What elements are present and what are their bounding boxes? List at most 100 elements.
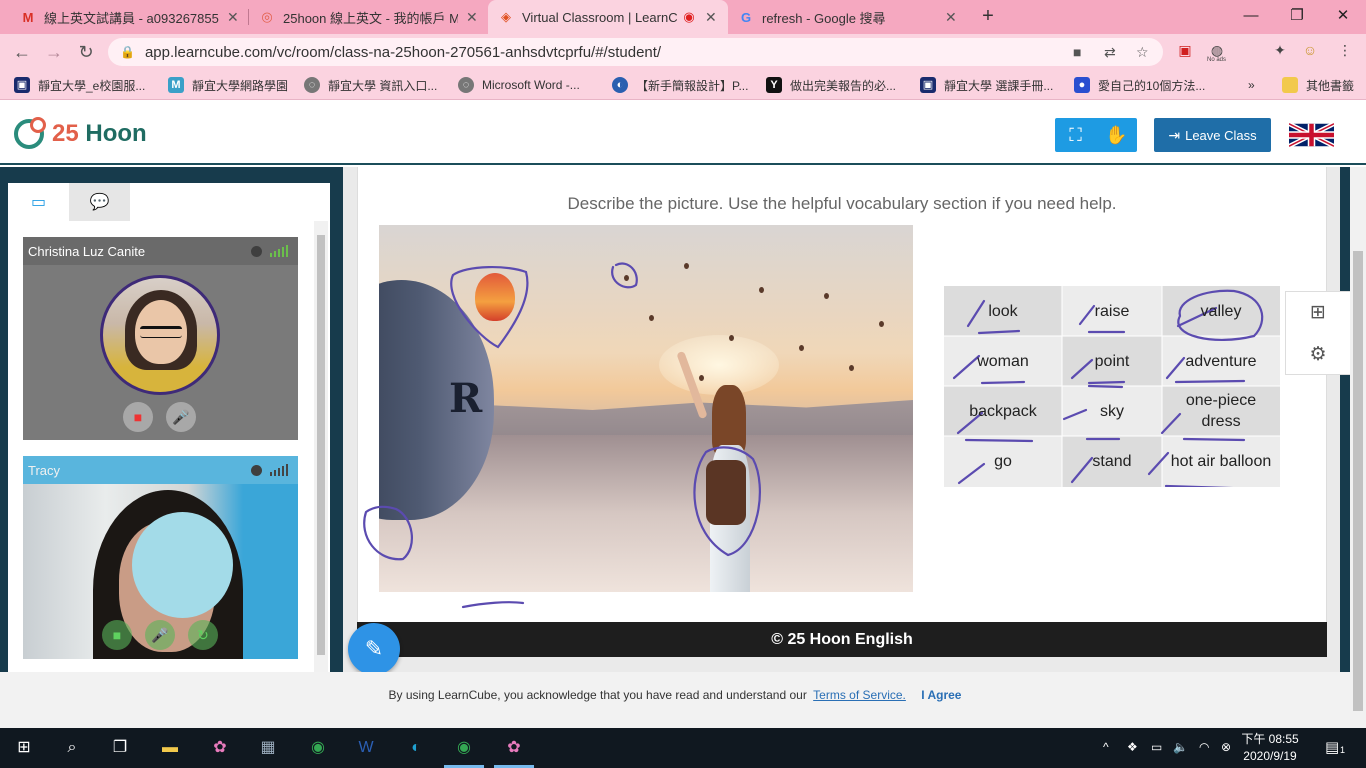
balloon-letters: R [449, 375, 483, 422]
search-icon[interactable]: ⌕ [60, 736, 84, 760]
video-camera-icon: ▭ [30, 194, 47, 211]
camera-toggle-icon[interactable]: ■ [102, 620, 132, 650]
calculator-icon[interactable]: ▦ [256, 736, 280, 760]
disconnected-icon[interactable]: ⊗ [1221, 740, 1231, 754]
vocab-word: woman [977, 352, 1029, 370]
task-view-icon[interactable]: ❐ [108, 736, 132, 760]
pen-icon: ✎ [364, 636, 384, 661]
chevron-right-icon: » [1248, 78, 1255, 92]
close-icon[interactable]: ✕ [705, 9, 717, 26]
close-icon[interactable]: ✕ [466, 9, 478, 26]
dropbox-icon[interactable]: ❖ [1127, 740, 1138, 754]
bookmark-label: 其他書籤 [1306, 78, 1355, 93]
close-window-button[interactable]: ✕ [1320, 0, 1366, 32]
paint-icon[interactable]: ✿ [208, 736, 232, 760]
panel-scrollbar[interactable] [314, 221, 328, 672]
bookmark-item[interactable]: ▣ 靜宜大學_e校園服... [14, 76, 145, 94]
status-dot [251, 465, 262, 476]
logo-text-name: Hoon [85, 120, 147, 147]
star-icon[interactable]: ☆ [1136, 44, 1149, 61]
restore-button[interactable]: ❐ [1274, 0, 1320, 32]
system-clock[interactable]: 下午 08:55 2020/9/19 [1240, 731, 1300, 765]
new-tab-button[interactable]: + [976, 4, 1000, 28]
tab-title: 線上英文試講員 - a09326785560 [44, 10, 219, 26]
bookmark-icon: ◐ [612, 77, 628, 93]
wifi-icon[interactable]: ◠ [1199, 740, 1209, 754]
url-field[interactable]: 🔒 app.learncube.com/vc/room/class-na-25h… [108, 38, 1163, 66]
close-icon[interactable]: ✕ [227, 9, 239, 26]
bookmark-label: 愛自己的10個方法... [1098, 78, 1206, 93]
leave-class-button[interactable]: ⇥ Leave Class [1154, 118, 1271, 152]
forward-button[interactable]: → [42, 40, 66, 64]
chrome-icon[interactable]: ◉ [306, 736, 330, 760]
menu-dots-icon[interactable]: ⋮ [1336, 41, 1354, 59]
word-icon[interactable]: W [354, 736, 378, 760]
status-dot [251, 246, 262, 257]
microphone-icon[interactable]: 🎤 [145, 620, 175, 650]
tab-video[interactable]: ▭ [8, 183, 69, 221]
vocab-word: backpack [969, 402, 1037, 420]
notification-icon[interactable]: ▤ [1325, 738, 1339, 756]
browser-tab-25hoon[interactable]: ◎ 25hoon 線上英文 - 我的帳戶 My ✕ [249, 0, 488, 34]
panel-tabs: ▭ 💬 [8, 183, 130, 221]
edge-icon[interactable]: ◐ [404, 736, 428, 760]
camera-toggle-icon[interactable]: ■ [123, 402, 153, 432]
tab-chat[interactable]: 💬 [69, 183, 130, 221]
volume-icon[interactable]: 🔈 [1173, 740, 1188, 754]
windows-start-icon[interactable]: ⊞ [12, 736, 36, 760]
bookmark-label: 做出完美報告的必... [790, 78, 897, 93]
other-bookmarks[interactable]: 其他書籤 [1282, 76, 1354, 94]
reload-button[interactable]: ↻ [74, 40, 98, 64]
bookmark-item[interactable]: Y 做出完美報告的必... [766, 76, 896, 94]
bookmarks-overflow[interactable]: » [1248, 76, 1255, 94]
minimize-button[interactable]: — [1228, 0, 1274, 32]
fullscreen-icon[interactable]: ⛶ [1055, 118, 1096, 152]
add-page-icon[interactable]: ⊞ [1286, 292, 1350, 334]
side-toolbar: ⊞ ⚙ [1285, 291, 1350, 375]
camera-icon[interactable]: ■ [1073, 44, 1081, 60]
browser-tab-learncube[interactable]: ◈ Virtual Classroom | LearnCube ◉ ✕ [488, 0, 728, 34]
microphone-icon[interactable]: 🎤 [166, 402, 196, 432]
chevron-up-icon[interactable]: ^ [1103, 740, 1109, 754]
raise-hand-icon[interactable]: ✋ [1096, 118, 1137, 152]
browser-tab-gmail[interactable]: M 線上英文試講員 - a09326785560 ✕ [10, 0, 249, 34]
browser-tab-strip: M 線上英文試講員 - a09326785560 ✕ ◎ 25hoon 線上英文… [0, 0, 1366, 34]
avatar-icon[interactable]: ☺ [1301, 41, 1319, 59]
bookmark-item[interactable]: ◌ Microsoft Word -... [458, 76, 580, 94]
learncube-icon: ◈ [501, 9, 511, 24]
battery-icon[interactable]: ▭ [1151, 740, 1162, 754]
translate-icon[interactable]: ⇄ [1104, 44, 1116, 61]
terms-of-service-link[interactable]: Terms of Service. [813, 688, 906, 702]
windows-taskbar: ⊞ ⌕ ❐ ▬ ✿ ▦ ◉ W ◐ ◉ ✿ ^ ❖ ▭ 🔈 ◠ ⊗ 下午 08:… [0, 728, 1366, 768]
extension-icon[interactable]: ▣ [1176, 41, 1194, 59]
page-scrollbar[interactable] [1350, 167, 1366, 728]
signal-icon [270, 464, 288, 476]
draw-pen-button[interactable]: ✎ [348, 623, 400, 675]
puzzle-icon[interactable]: ✦ [1271, 41, 1289, 59]
bookmarks-bar: ▣ 靜宜大學_e校園服... M 靜宜大學網路學園 ◌ 靜宜大學 資訊入口... ◌ M… [0, 70, 1366, 100]
bookmark-item[interactable]: M 靜宜大學網路學園 [168, 76, 288, 94]
vocab-word: raise [1094, 302, 1130, 320]
close-icon[interactable]: ✕ [945, 9, 957, 26]
bookmark-icon: ▣ [14, 77, 30, 93]
bookmark-item[interactable]: ▣ 靜宜大學 選課手冊... [920, 76, 1053, 94]
agree-button[interactable]: I Agree [921, 688, 961, 702]
header-tool-group: ⛶ ✋ [1055, 118, 1137, 152]
bookmark-item[interactable]: ◌ 靜宜大學 資訊入口... [304, 76, 437, 94]
bookmark-label: 靜宜大學 選課手冊... [944, 78, 1054, 93]
paint-3d-icon[interactable]: ✿ [502, 736, 526, 760]
avatar [100, 275, 220, 395]
vocab-word: point [1094, 352, 1130, 370]
bookmark-item[interactable]: ● 愛自己的10個方法... [1074, 76, 1205, 94]
refresh-icon[interactable]: ↻ [188, 620, 218, 650]
lesson-slide: Describe the picture. Use the helpful vo… [357, 167, 1327, 622]
file-explorer-icon[interactable]: ▬ [158, 736, 182, 760]
browser-tab-google[interactable]: G refresh - Google 搜尋 ✕ [728, 0, 967, 34]
bookmark-item[interactable]: ◐ 【新手簡報設計】P... [612, 76, 748, 94]
back-button[interactable]: ← [10, 40, 34, 64]
settings-gear-icon[interactable]: ⚙ [1286, 334, 1350, 376]
chrome-active-icon[interactable]: ◉ [452, 736, 476, 760]
terms-banner: By using LearnCube, you acknowledge that… [0, 672, 1350, 728]
chat-icon: 💬 [89, 194, 110, 211]
uk-flag-icon[interactable] [1289, 120, 1334, 150]
